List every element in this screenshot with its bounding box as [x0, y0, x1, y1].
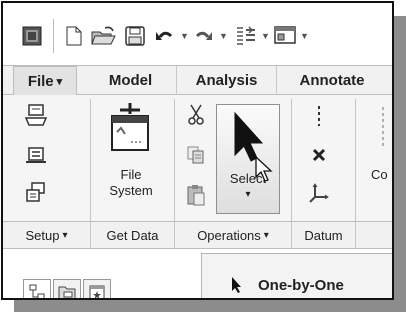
group-get-data: Get Data — [91, 222, 175, 248]
windows-icon[interactable] — [274, 25, 296, 47]
group-operations-label: Operations — [197, 227, 261, 243]
select-button[interactable]: Select ▾ — [216, 104, 280, 214]
file-dropdown-icon: ▾ — [56, 75, 63, 88]
group-separator — [174, 99, 175, 221]
folder-browser-tab[interactable] — [53, 279, 81, 298]
save-icon[interactable] — [124, 25, 146, 47]
coordinate-system-icon[interactable] — [307, 181, 331, 205]
model-intent-icon[interactable] — [23, 103, 49, 127]
tab-annotate[interactable]: Annotate — [277, 66, 387, 95]
select-dropdown-icon: ▾ — [245, 189, 251, 200]
group-setup-label: Setup — [25, 227, 60, 243]
group-separator — [90, 99, 91, 221]
menu-tab-bar: File ▾ Model Analysis Annotate — [3, 65, 392, 95]
file-system-label-line1: File — [120, 167, 142, 182]
windows-dropdown-icon[interactable]: ▼ — [300, 31, 309, 41]
group-separator — [355, 99, 356, 221]
parameters-icon[interactable] — [23, 179, 49, 205]
quick-access-toolbar: ▼ ▼ ▼ ▼ — [3, 3, 392, 65]
window-icon[interactable] — [21, 25, 43, 47]
file-system-icon[interactable] — [108, 101, 152, 153]
undo-icon[interactable] — [155, 25, 175, 47]
favorites-tab[interactable] — [83, 279, 111, 298]
group-datum-label: Datum — [304, 227, 343, 243]
app-window: ▼ ▼ ▼ ▼ File ▾ Model Analysis Annotate F… — [1, 1, 394, 300]
file-system-label[interactable]: File System — [99, 167, 163, 199]
datum-point-icon[interactable] — [309, 145, 329, 165]
regenerate-icon[interactable] — [235, 25, 257, 47]
component-label-clipped[interactable]: Co — [371, 167, 392, 183]
component-icon-clipped[interactable] — [377, 101, 391, 155]
datum-axis-icon[interactable] — [309, 105, 329, 127]
ribbon-group-labels: Setup ▾ Get Data Operations ▾ Datum — [3, 221, 392, 249]
mouse-cursor-icon — [253, 155, 275, 185]
group-get-data-label: Get Data — [106, 227, 159, 243]
group-operations-dropdown-icon: ▾ — [263, 229, 269, 241]
paste-icon[interactable] — [184, 183, 208, 207]
regenerate-dropdown-icon[interactable]: ▼ — [261, 31, 270, 41]
group-setup-dropdown-icon: ▾ — [62, 229, 68, 241]
group-datum: Datum — [292, 222, 356, 248]
menu-item-one-by-one[interactable]: One-by-One — [230, 276, 344, 294]
tab-analysis[interactable]: Analysis — [177, 66, 277, 95]
menu-item-one-by-one-label: One-by-One — [258, 276, 344, 294]
tab-file[interactable]: File ▾ — [13, 66, 77, 95]
tab-model[interactable]: Model — [85, 66, 177, 95]
navigator-area: One-by-One — [3, 249, 392, 298]
redo-icon[interactable] — [193, 25, 213, 47]
new-file-icon[interactable] — [65, 25, 83, 47]
relations-icon[interactable] — [23, 143, 49, 167]
select-dropdown-menu: One-by-One — [201, 253, 392, 298]
toolbar-separator — [53, 19, 54, 53]
file-system-label-line2: System — [109, 183, 153, 198]
open-folder-icon[interactable] — [91, 25, 117, 47]
undo-dropdown-icon[interactable]: ▼ — [180, 31, 189, 41]
cut-icon[interactable] — [184, 103, 208, 127]
group-separator — [291, 99, 292, 221]
ribbon: File System Select ▾ Co — [3, 95, 392, 221]
copy-icon[interactable] — [184, 143, 208, 167]
model-tree-tab[interactable] — [23, 279, 51, 298]
pointer-icon — [232, 277, 241, 293]
group-setup[interactable]: Setup ▾ — [3, 222, 91, 248]
tab-file-label: File — [27, 72, 54, 90]
group-operations[interactable]: Operations ▾ — [175, 222, 292, 248]
redo-dropdown-icon[interactable]: ▼ — [219, 31, 228, 41]
